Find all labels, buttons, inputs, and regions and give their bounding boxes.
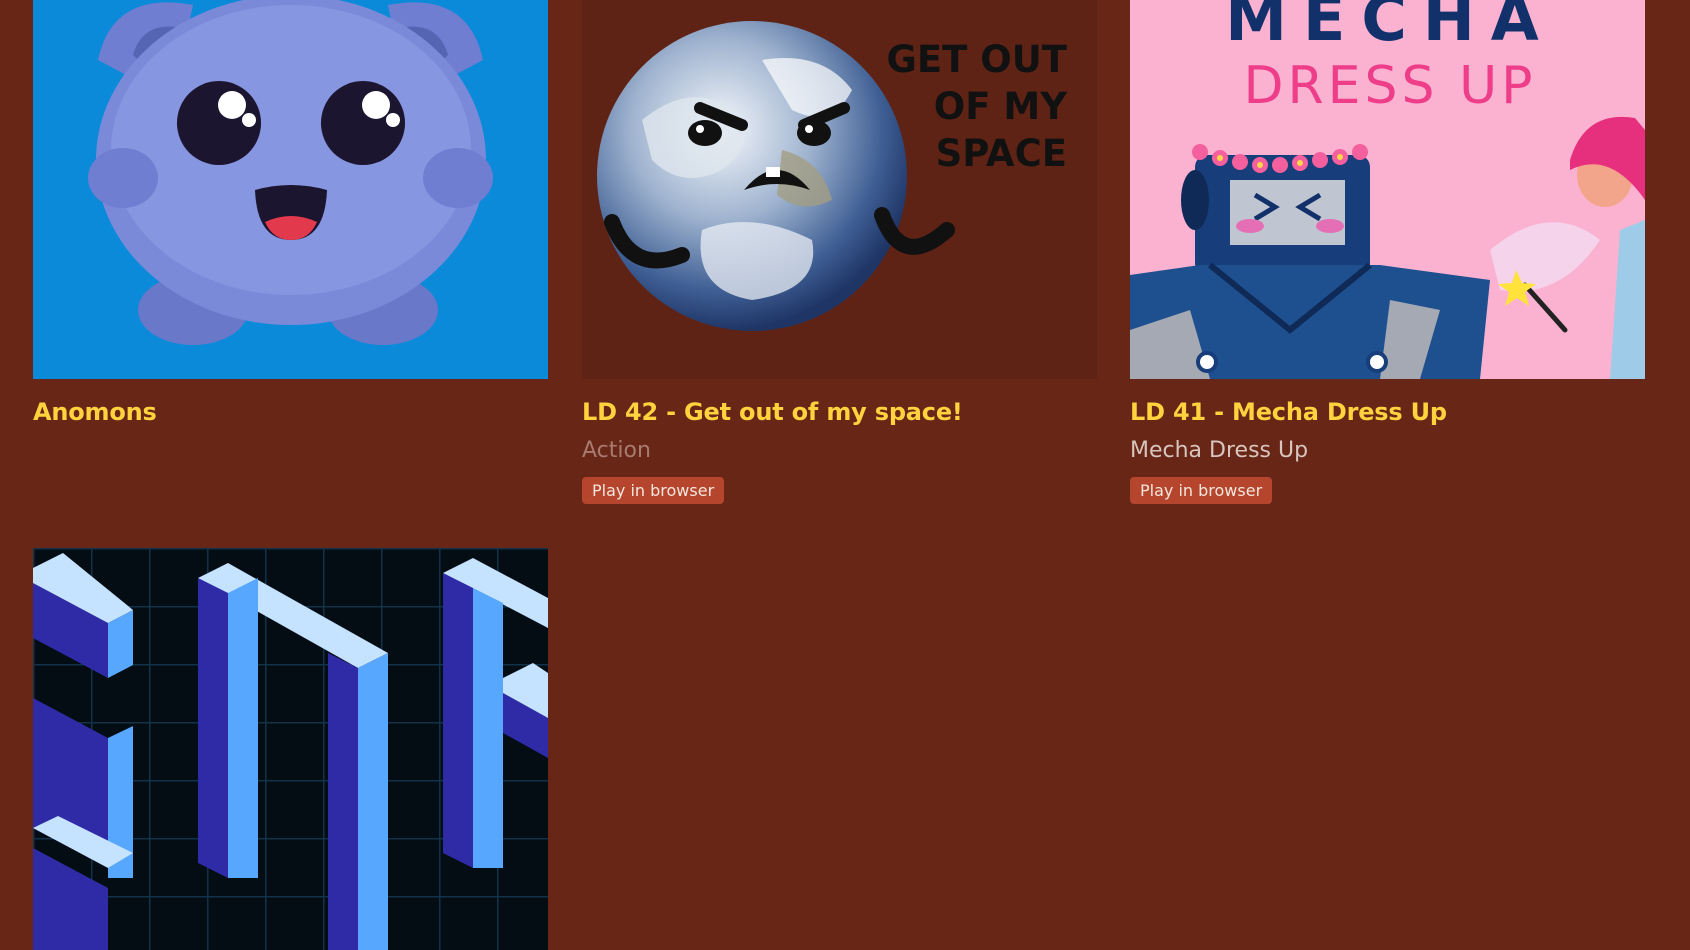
game-genre: Mecha Dress Up	[1130, 438, 1309, 463]
game-thumbnail-ld42[interactable]: GET OUT OF MY SPACE	[582, 0, 1097, 379]
thumb-text-line: MECHA	[1225, 0, 1554, 55]
game-genre: Action	[582, 438, 651, 463]
play-in-browser-badge[interactable]: Play in browser	[582, 477, 725, 504]
game-grid: Anomons GET OUT OF MY SPACE LD 42 - Get …	[0, 0, 1690, 950]
game-title[interactable]: LD 41 - Mecha Dress Up	[1130, 398, 1447, 426]
isometric-letters-image	[33, 548, 548, 950]
anomons-creature-image	[33, 0, 548, 379]
thumb-text-line: DRESS UP	[1244, 56, 1537, 116]
game-title[interactable]: LD 42 - Get out of my space!	[582, 398, 963, 426]
play-in-browser-badge[interactable]: Play in browser	[1130, 477, 1273, 504]
game-thumbnail-ld41[interactable]: MECHA DRESS UP	[1130, 0, 1645, 379]
mecha-dress-up-image: MECHA DRESS UP	[1130, 0, 1645, 379]
game-title[interactable]: Anomons	[33, 398, 157, 426]
earth-character-image: GET OUT OF MY SPACE	[582, 0, 1097, 379]
thumb-text-line: OF MY	[934, 85, 1068, 128]
thumb-text-line: SPACE	[936, 132, 1067, 175]
thumb-text-line: GET OUT	[886, 38, 1067, 81]
game-thumbnail-anomons[interactable]	[33, 0, 548, 379]
game-thumbnail-isometric[interactable]	[33, 548, 548, 950]
